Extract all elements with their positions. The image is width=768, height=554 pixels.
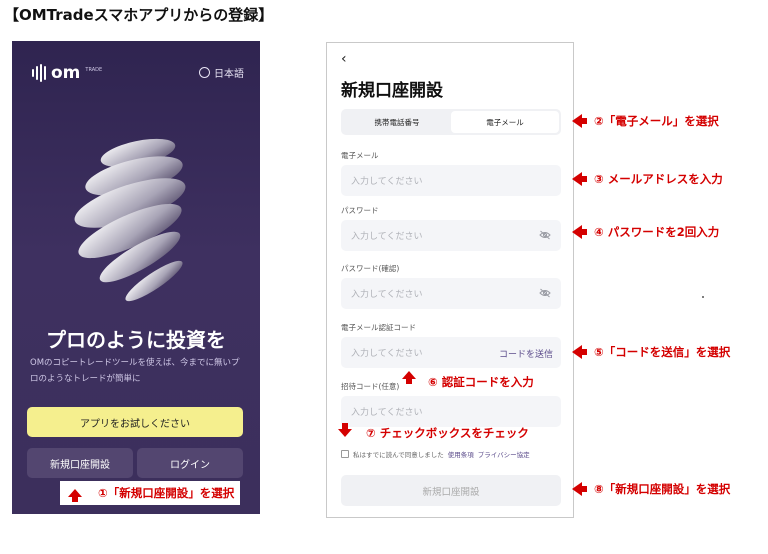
open-account-button[interactable]: 新規口座開設 <box>27 448 133 478</box>
logo-subtext: TRADE <box>85 67 103 73</box>
red-arrow-left-icon <box>572 482 587 496</box>
step6-annotation: ⑥ 認証コードを入力 <box>402 364 534 390</box>
tab-phone[interactable]: 携帯電話番号 <box>343 111 451 133</box>
step4-annotation: ④ パスワードを2回入力 <box>572 224 719 240</box>
privacy-link[interactable]: プライバシー協定 <box>478 449 530 459</box>
stray-dot <box>702 296 704 298</box>
logo-text: om <box>51 63 81 83</box>
confirm-password-placeholder: 入力してください <box>351 290 423 300</box>
eye-hidden-icon[interactable] <box>539 288 551 298</box>
invite-code-placeholder: 入力してください <box>351 408 423 418</box>
step2-annotation: ②「電子メール」を選択 <box>572 113 719 129</box>
submit-signup-button[interactable]: 新規口座開設 <box>341 475 561 506</box>
send-code-button[interactable]: コードを送信 <box>499 347 553 360</box>
invite-code-field[interactable]: 入力してください <box>341 396 561 427</box>
try-app-button[interactable]: アプリをお試しください <box>27 407 243 437</box>
agree-checkbox[interactable] <box>341 450 349 458</box>
confirm-password-field[interactable]: 入力してください <box>341 278 561 309</box>
page-title: 【OMTradeスマホアプリからの登録】 <box>4 6 274 24</box>
back-arrow-icon[interactable]: ‹ <box>341 51 347 67</box>
signup-form-screen: ‹ 新規口座開設 携帯電話番号 電子メール 電子メール 入力してください パスワ… <box>326 42 574 518</box>
tutorial-canvas: 【OMTradeスマホアプリからの登録】 om TRADE 日本語 プロのように… <box>0 0 768 554</box>
logo-bars-icon <box>32 64 46 82</box>
step1-annotation: ①「新規口座開設」を選択 <box>60 481 241 505</box>
terms-link[interactable]: 使用条項 <box>448 449 474 459</box>
email-field[interactable]: 入力してください <box>341 165 561 196</box>
terms-agreement: 私はすでに読んで同意しました 使用条項 プライバシー協定 <box>341 449 530 459</box>
step3-text: ③ メールアドレスを入力 <box>594 172 723 186</box>
code-placeholder: 入力してください <box>351 349 423 359</box>
red-arrow-left-icon <box>572 114 587 128</box>
tab-email[interactable]: 電子メール <box>451 111 559 133</box>
step8-annotation: ⑧「新規口座開設」を選択 <box>572 481 730 497</box>
step7-text: ⑦ チェックボックスをチェック <box>366 426 529 440</box>
hero-wave-illustration <box>74 138 186 302</box>
language-selector[interactable]: 日本語 <box>199 65 244 80</box>
app-welcome-screen: om TRADE 日本語 プロのように投資を OMのコピートレードツールを使えば… <box>12 41 260 514</box>
red-arrow-up-icon <box>402 371 416 384</box>
red-arrow-up-icon <box>68 489 82 502</box>
email-placeholder: 入力してください <box>351 177 423 187</box>
welcome-headline: プロのように投資を <box>46 328 226 352</box>
step4-text: ④ パスワードを2回入力 <box>594 225 720 239</box>
red-arrow-down-icon <box>338 423 352 437</box>
step8-text: ⑧「新規口座開設」を選択 <box>594 482 731 496</box>
globe-icon <box>199 67 210 78</box>
step5-annotation: ⑤「コードを送信」を選択 <box>572 344 730 360</box>
signup-method-tabs: 携帯電話番号 電子メール <box>341 109 561 135</box>
confirm-password-label: パスワード(確認) <box>341 264 400 273</box>
agree-text: 私はすでに読んで同意しました <box>353 451 444 459</box>
step6-text: ⑥ 認証コードを入力 <box>428 375 534 389</box>
welcome-subtext: OMのコピートレードツールを使えば、今までに無いプロのようなトレードが簡単に <box>30 358 240 384</box>
step3-annotation: ③ メールアドレスを入力 <box>572 171 723 187</box>
red-arrow-left-icon <box>572 225 587 239</box>
form-title: 新規口座開設 <box>341 81 443 101</box>
invite-code-label: 招待コード(任意) <box>341 382 400 391</box>
eye-hidden-icon[interactable] <box>539 230 551 240</box>
language-label: 日本語 <box>214 69 244 80</box>
password-label: パスワード <box>341 206 379 215</box>
step7-annotation: ⑦ チェックボックスをチェック <box>338 423 529 441</box>
red-arrow-left-icon <box>572 345 587 359</box>
step5-text: ⑤「コードを送信」を選択 <box>594 345 731 359</box>
step2-text: ②「電子メール」を選択 <box>594 114 719 128</box>
email-label: 電子メール <box>341 151 379 160</box>
login-button[interactable]: ログイン <box>137 448 243 478</box>
password-placeholder: 入力してください <box>351 232 423 242</box>
code-label: 電子メール認証コード <box>341 323 416 332</box>
om-logo: om TRADE <box>32 63 102 83</box>
step1-text: ①「新規口座開設」を選択 <box>98 486 235 500</box>
red-arrow-left-icon <box>572 172 587 186</box>
password-field[interactable]: 入力してください <box>341 220 561 251</box>
